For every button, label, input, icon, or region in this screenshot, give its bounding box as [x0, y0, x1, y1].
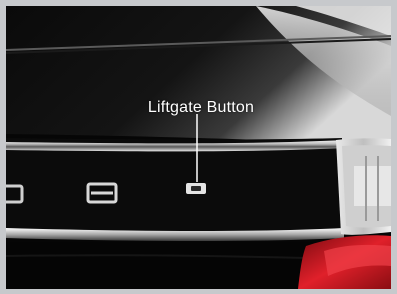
- liftgate-button-icon: [186, 183, 206, 194]
- liftgate-button-label: Liftgate Button: [147, 99, 255, 116]
- photo-scene: [6, 6, 391, 289]
- image-frame: Liftgate Button: [0, 0, 397, 294]
- liftgate-photo: Liftgate Button: [6, 6, 391, 289]
